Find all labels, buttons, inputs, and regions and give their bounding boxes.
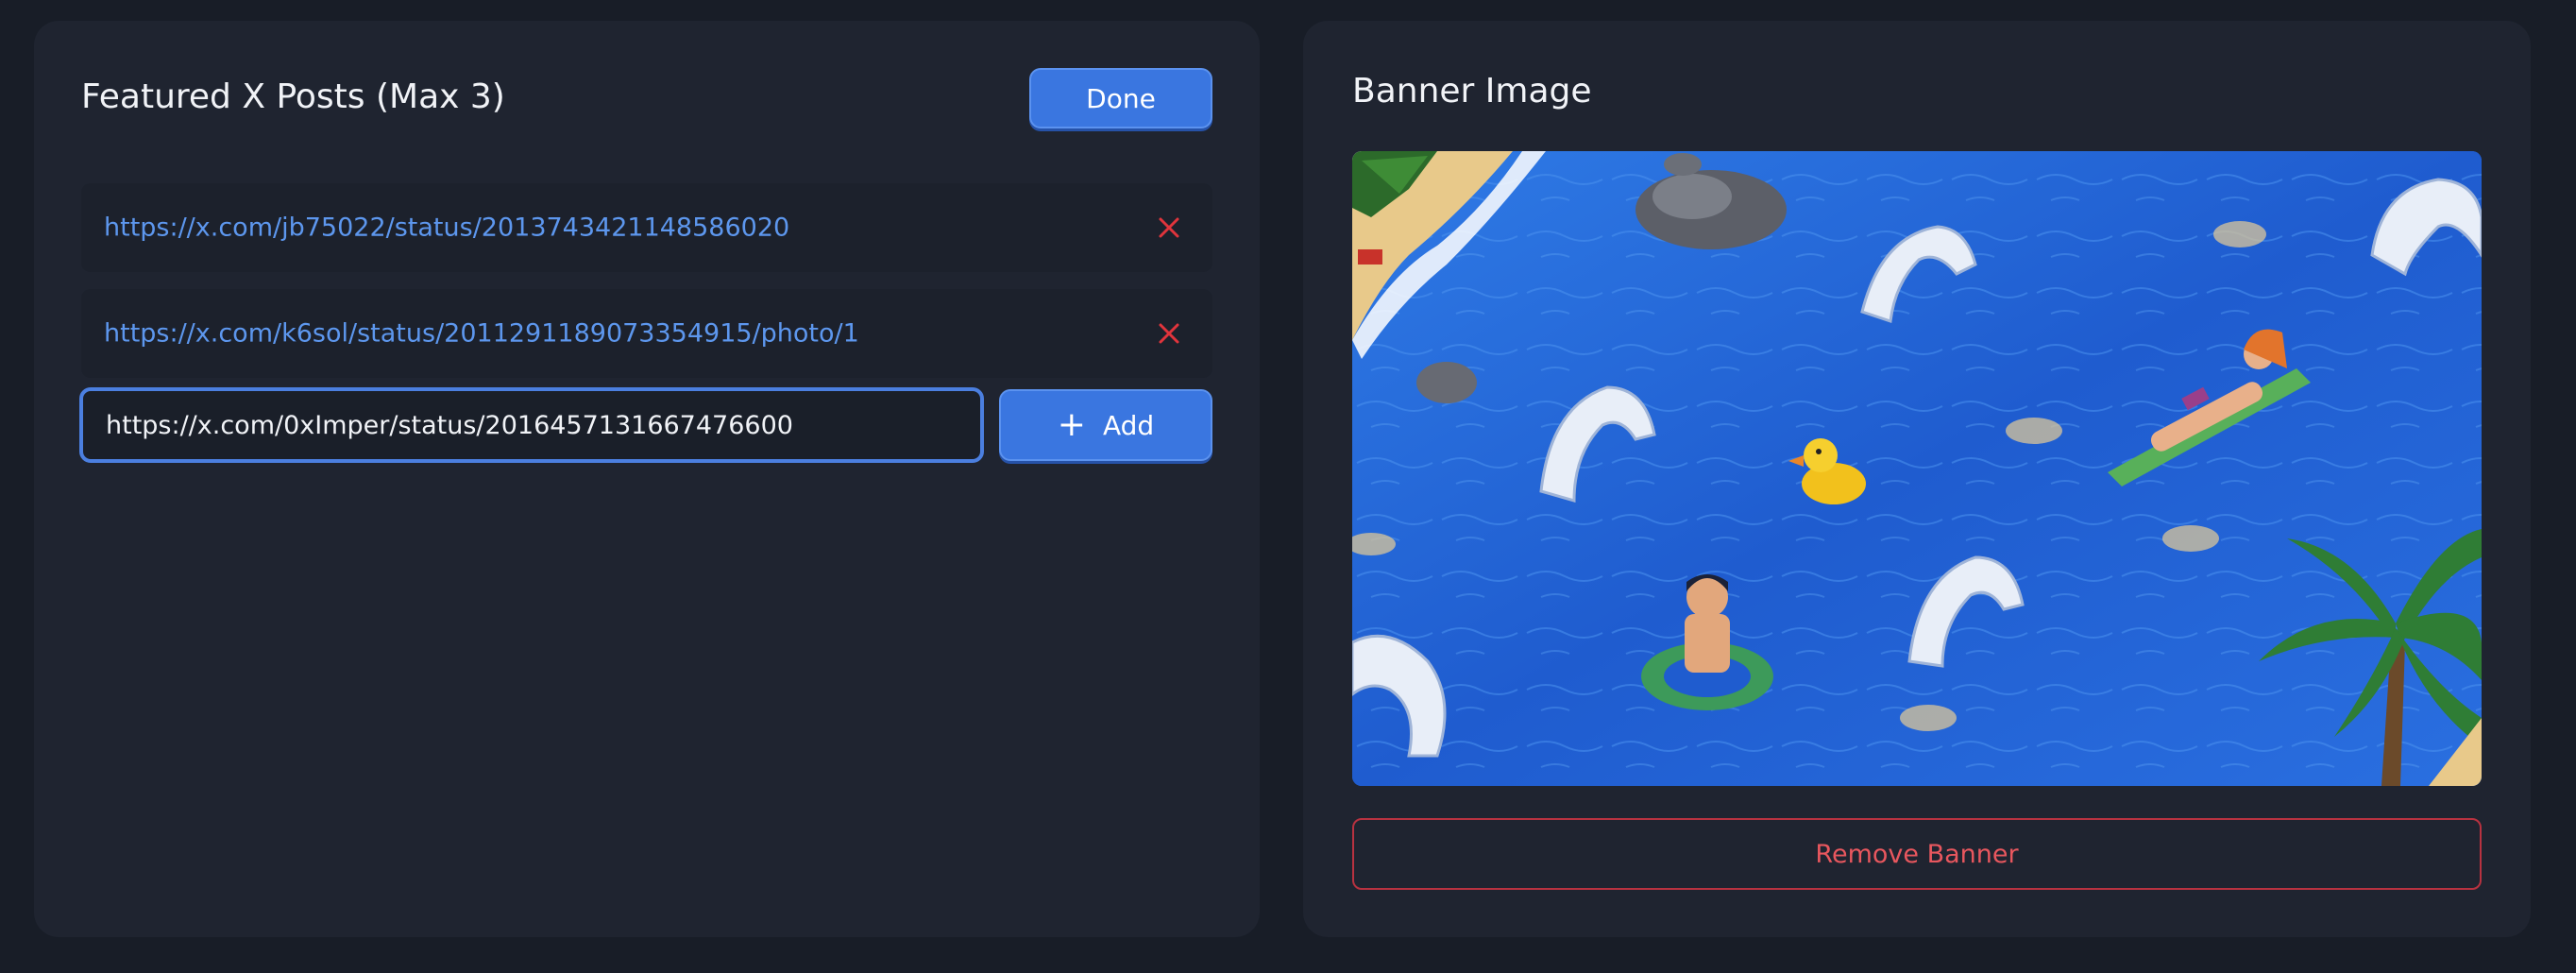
remove-banner-button[interactable]: Remove Banner: [1352, 818, 2482, 890]
plus-icon: +: [1057, 405, 1086, 444]
post-link[interactable]: https://x.com/k6sol/status/2011291189073…: [104, 319, 859, 349]
featured-posts-title: Featured X Posts (Max 3): [81, 77, 505, 116]
post-row: https://x.com/k6sol/status/2011291189073…: [81, 289, 1212, 378]
close-icon[interactable]: [1156, 214, 1182, 241]
banner-illustration: [1352, 151, 2482, 786]
post-url-input[interactable]: [79, 387, 984, 463]
banner-title: Banner Image: [1352, 72, 1592, 111]
featured-posts-panel: Featured X Posts (Max 3) Done https://x.…: [34, 21, 1260, 937]
banner-panel: Banner Image Remove Banner: [1303, 21, 2531, 937]
close-icon[interactable]: [1156, 320, 1182, 347]
banner-image: [1352, 151, 2482, 786]
post-row: https://x.com/jb75022/status/20137434211…: [81, 183, 1212, 272]
post-link[interactable]: https://x.com/jb75022/status/20137434211…: [104, 213, 789, 243]
done-button[interactable]: Done: [1029, 68, 1212, 128]
add-post-button[interactable]: + Add: [999, 389, 1212, 461]
add-button-label: Add: [1102, 409, 1155, 441]
